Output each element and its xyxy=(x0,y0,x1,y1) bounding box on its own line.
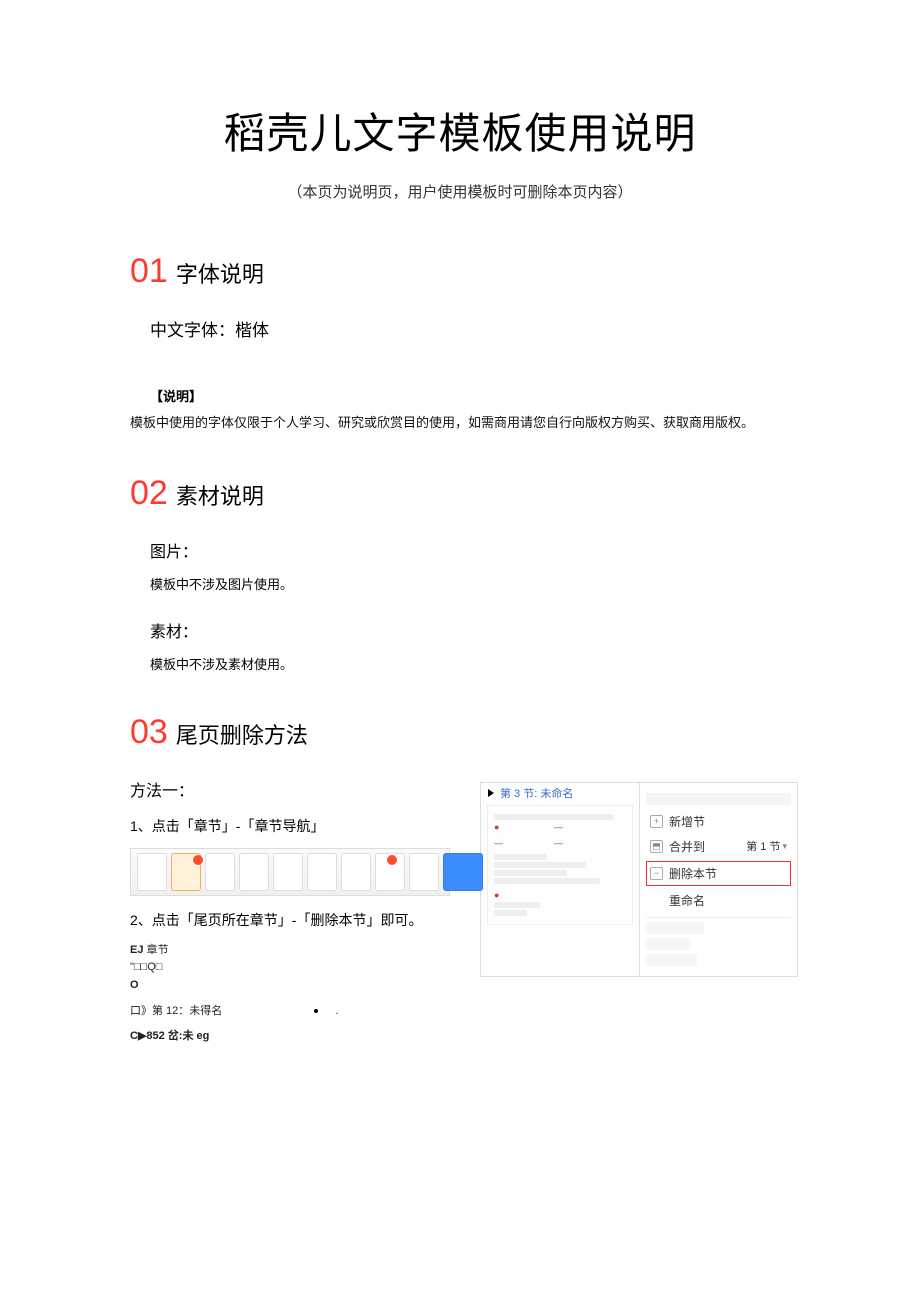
section-title-3: 尾页删除方法 xyxy=(176,718,308,750)
panel-section-header: 第 3 节: 未命名 xyxy=(485,785,633,801)
delete-icon: − xyxy=(650,867,663,880)
material-body: 模板中不涉及素材使用。 xyxy=(150,654,790,673)
step-2: 2、点击「尾页所在章节」-「删除本节」即可。 xyxy=(130,910,450,930)
document-subtitle: （本页为说明页，用户使用模板时可删除本页内容） xyxy=(130,181,790,202)
section-number-2: 02 xyxy=(130,474,168,513)
section-number-1: 01 xyxy=(130,252,168,291)
figure-outline-panel: 第 3 节: 未命名 ●— —— ● xyxy=(480,782,640,977)
outline-l1a: EJ xyxy=(130,944,143,956)
material-heading: 素材： xyxy=(150,618,790,642)
merge-icon: ⬒ xyxy=(650,840,663,853)
image-heading: 图片： xyxy=(150,538,790,562)
section-delete-method: 03 尾页删除方法 方法一： 1、点击「章节」-「章节导航」 xyxy=(130,713,790,1046)
outline-l4: 口》第 12：未得名 xyxy=(130,1005,222,1017)
menu-item-merge[interactable]: ⬒ 合并到 第 1 节 ▾ xyxy=(646,834,791,859)
menu-label-rename: 重命名 xyxy=(669,892,705,909)
chinese-font-line: 中文字体：楷体 xyxy=(150,316,790,341)
menu-merge-target: 第 1 节 xyxy=(746,838,780,854)
triangle-icon xyxy=(488,789,494,797)
menu-label-delete: 删除本节 xyxy=(669,865,717,882)
chevron-icon: ▾ xyxy=(782,841,787,852)
menu-label-new: 新增节 xyxy=(669,813,705,830)
menu-label-merge: 合并到 xyxy=(669,838,705,855)
context-menu: + 新增节 ⬒ 合并到 第 1 节 ▾ − xyxy=(640,782,798,977)
menu-item-new-section[interactable]: + 新增节 xyxy=(646,809,791,834)
note-label: 【说明】 xyxy=(150,386,790,405)
outline-l3: O xyxy=(130,977,450,995)
image-body: 模板中不涉及图片使用。 xyxy=(150,574,790,593)
step-1: 1、点击「章节」-「章节导航」 xyxy=(130,816,450,836)
outline-l5: C▶852 岔:未 eg xyxy=(130,1028,450,1046)
section-font: 01 字体说明 中文字体：楷体 【说明】 模板中使用的字体仅限于个人学习、研究或… xyxy=(130,252,790,434)
menu-item-delete-section[interactable]: − 删除本节 xyxy=(646,861,791,886)
note-body: 模板中使用的字体仅限于个人学习、研究或欣赏目的使用，如需商用请您自行向版权方购买… xyxy=(130,413,790,434)
document-title: 稻壳儿文字模板使用说明 xyxy=(130,100,790,161)
section-number-3: 03 xyxy=(130,713,168,752)
section-title-1: 字体说明 xyxy=(176,257,264,289)
section-material: 02 素材说明 图片： 模板中不涉及图片使用。 素材： 模板中不涉及素材使用。 xyxy=(130,474,790,673)
outline-l2: "□□Q□ xyxy=(130,959,450,977)
menu-item-rename[interactable]: 重命名 xyxy=(646,888,791,913)
outline-l1b: 章节 xyxy=(147,944,169,956)
new-section-icon: + xyxy=(650,815,663,828)
section-title-2: 素材说明 xyxy=(176,479,264,511)
figure-toolbar xyxy=(130,848,450,896)
figure-context-menu: 第 3 节: 未命名 ●— —— ● xyxy=(480,782,800,977)
bullet-icon xyxy=(314,1009,318,1013)
panel-header-text: 第 3 节: 未命名 xyxy=(500,785,573,801)
method-heading: 方法一： xyxy=(130,777,450,801)
figure-outline-text: EJ 章节 "□□Q□ O 口》第 12：未得名 . C▶852 岔:未 eg xyxy=(130,942,450,1046)
